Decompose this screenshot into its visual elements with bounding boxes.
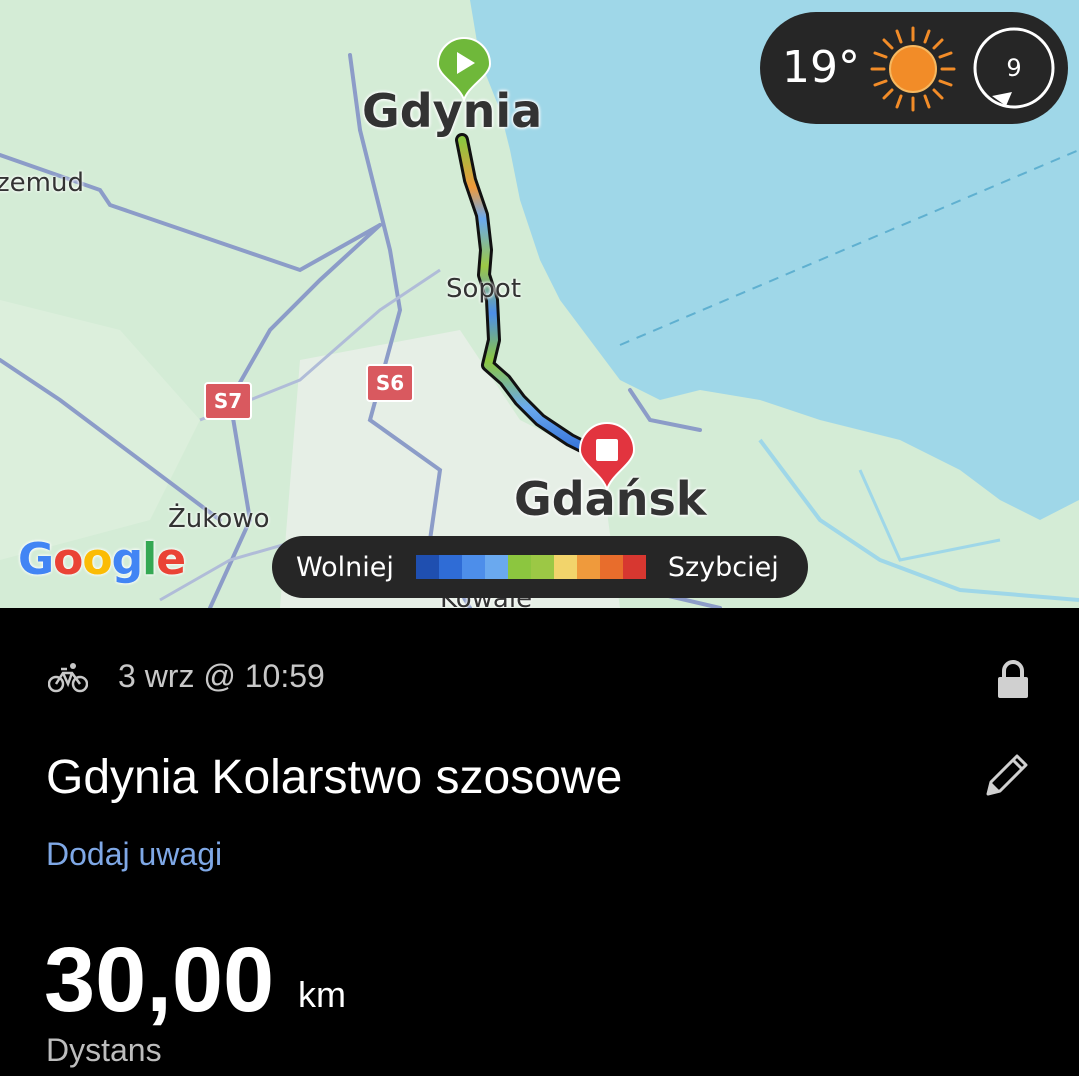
- play-icon: [436, 37, 492, 104]
- add-notes-link[interactable]: Dodaj uwagi: [46, 836, 222, 873]
- lock-icon: [998, 660, 1028, 698]
- start-pin[interactable]: [434, 36, 494, 107]
- speed-legend-slower: Wolniej: [296, 551, 394, 583]
- bicycle-icon: [48, 662, 88, 692]
- map-label-zukowo: Żukowo: [168, 504, 270, 534]
- speed-legend-gradient: [415, 555, 646, 579]
- edit-title-button[interactable]: [982, 750, 1032, 805]
- activity-title: Gdynia Kolarstwo szosowe: [46, 751, 623, 804]
- road-badge-s7: S7: [204, 382, 252, 420]
- weather-widget: 19° 9: [760, 12, 1068, 124]
- distance-label: Dystans: [46, 1032, 162, 1068]
- route-map[interactable]: Gdynia Gdańsk Sopot Żukowo zemud Kowale …: [0, 0, 1079, 608]
- road-badge-s6: S6: [366, 364, 414, 402]
- map-label-zemud: zemud: [0, 168, 84, 198]
- activity-details: 3 wrz @ 10:59 Gdynia Kolarstwo szosowe D…: [0, 608, 1079, 1076]
- distance-value: 30,00: [44, 929, 275, 1031]
- stop-icon: [578, 422, 636, 491]
- activity-date: 3 wrz @ 10:59: [118, 658, 325, 694]
- wind-speed: 9: [1006, 54, 1022, 82]
- speed-legend-faster: Szybciej: [667, 551, 779, 583]
- speed-legend: Wolniej Szybciej: [272, 536, 808, 598]
- map-label-sopot: Sopot: [446, 274, 522, 304]
- weather-temperature: 19°: [782, 42, 860, 93]
- distance-unit: km: [298, 974, 346, 1015]
- end-pin[interactable]: [576, 420, 638, 497]
- wind-widget: 9: [972, 26, 1056, 110]
- activity-meta: 3 wrz @ 10:59: [48, 658, 325, 695]
- pencil-icon: [986, 754, 1028, 796]
- privacy-lock[interactable]: [996, 660, 1030, 705]
- google-attribution-logo: Google: [18, 534, 186, 585]
- sun-icon: [870, 26, 956, 112]
